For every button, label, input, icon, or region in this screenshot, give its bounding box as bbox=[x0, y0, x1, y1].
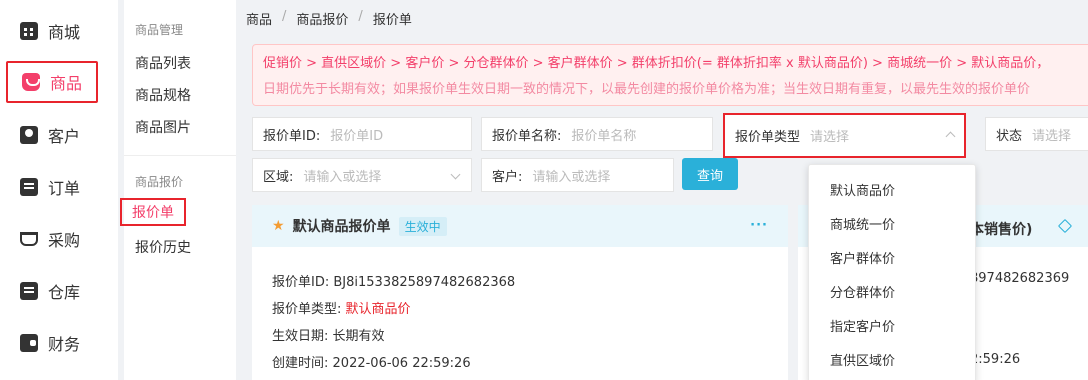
region-select[interactable]: 区域: 请输入或选择 bbox=[252, 158, 472, 192]
kv-value: 2:59:26 bbox=[970, 352, 1021, 367]
nav-label: 商品 bbox=[50, 74, 83, 93]
nav-item-customers[interactable]: 客户 bbox=[6, 114, 98, 156]
chevron-up-icon bbox=[945, 131, 956, 142]
customer-select[interactable]: 客户: 请输入或选择 bbox=[481, 158, 674, 192]
nav-label: 财务 bbox=[48, 335, 81, 354]
field-label: 报价单ID: bbox=[263, 128, 321, 144]
nav-label: 客户 bbox=[48, 127, 81, 146]
breadcrumb-separator: / bbox=[358, 9, 363, 24]
kv-value: 2022-06-06 22:59:26 bbox=[332, 356, 471, 371]
kv-label: 创建时间: bbox=[272, 356, 329, 371]
sub-item-quote-history[interactable]: 报价历史 bbox=[135, 237, 191, 257]
card-title[interactable]: 默认商品报价单 bbox=[293, 216, 391, 236]
status-select[interactable]: 状态 请选择 bbox=[985, 117, 1088, 151]
card-title[interactable]: 本销售价) bbox=[970, 219, 1032, 239]
quote-type-dropdown: 默认商品价 商城统一价 客户群体价 分仓群体价 指定客户价 直供区域价 bbox=[808, 164, 976, 380]
quote-card: ★ 默认商品报价单 生效中 ··· 报价单ID: BJ8i15338258974… bbox=[252, 205, 788, 380]
field-label: 报价单类型 bbox=[735, 130, 801, 145]
field-placeholder: 请选择 bbox=[1032, 128, 1072, 144]
wallet-icon bbox=[20, 334, 38, 352]
nav-label: 采购 bbox=[48, 231, 81, 250]
document-icon bbox=[20, 178, 38, 196]
nav-label: 仓库 bbox=[48, 283, 81, 302]
nav-item-orders[interactable]: 订单 bbox=[6, 166, 98, 208]
dropdown-option[interactable]: 客户群体价 bbox=[830, 248, 895, 267]
nav-item-shop[interactable]: 商城 bbox=[6, 10, 98, 52]
price-priority-notice: 促销价 > 直供区域价 > 客户价 > 分仓群体价 > 客户群体价 > 群体折扣… bbox=[252, 44, 1088, 106]
created-time-row: 创建时间: 2022-06-06 22:59:26 bbox=[272, 352, 471, 371]
field-placeholder: 报价单ID bbox=[330, 128, 384, 144]
main-nav: 商城 商品 客户 订单 采购 仓库 财务 bbox=[0, 0, 118, 380]
nav-item-finance[interactable]: 财务 bbox=[6, 322, 98, 364]
kv-value: BJ8i1533825897482682368 bbox=[333, 275, 516, 290]
quote-type-select[interactable]: 报价单类型 请选择 bbox=[723, 113, 966, 158]
breadcrumb-separator: / bbox=[282, 9, 287, 24]
kv-value: 默认商品价 bbox=[345, 302, 411, 317]
quote-id-row: 报价单ID: BJ8i1533825897482682368 bbox=[272, 271, 515, 290]
dropdown-option[interactable]: 指定客户价 bbox=[830, 316, 895, 335]
field-label: 区域: bbox=[263, 169, 294, 185]
card-header: ★ 默认商品报价单 生效中 ··· bbox=[252, 205, 788, 247]
kv-label: 报价单ID: bbox=[272, 275, 330, 290]
kv-label: 生效日期: bbox=[272, 329, 329, 344]
dropdown-option[interactable]: 分仓群体价 bbox=[830, 282, 895, 301]
quote-name-input[interactable]: 报价单名称: 报价单名称 bbox=[481, 117, 713, 151]
sub-nav: 商品管理 商品列表 商品规格 商品图片 商品报价 报价单 报价历史 bbox=[120, 0, 236, 380]
field-placeholder: 请输入或选择 bbox=[303, 169, 382, 185]
quote-type-row: 报价单类型: 默认商品价 bbox=[272, 298, 411, 317]
field-label: 客户: bbox=[492, 169, 523, 185]
sub-item-product-list[interactable]: 商品列表 bbox=[135, 53, 191, 73]
sub-item-quote-sheet[interactable]: 报价单 bbox=[120, 198, 186, 226]
bag-icon bbox=[22, 73, 40, 91]
dropdown-option[interactable]: 默认商品价 bbox=[830, 180, 895, 199]
cart-icon bbox=[20, 232, 38, 246]
chevron-down-icon bbox=[450, 169, 461, 180]
warehouse-icon bbox=[20, 282, 38, 300]
sub-item-product-spec[interactable]: 商品规格 bbox=[135, 85, 191, 105]
shop-icon bbox=[20, 22, 38, 40]
field-placeholder: 请选择 bbox=[810, 130, 850, 145]
notice-line: 促销价 > 直供区域价 > 客户价 > 分仓群体价 > 客户群体价 > 群体折扣… bbox=[263, 56, 1050, 71]
quote-id-input[interactable]: 报价单ID: 报价单ID bbox=[252, 117, 472, 151]
effective-date-row: 生效日期: 长期有效 bbox=[272, 325, 385, 344]
breadcrumb-item-current: 报价单 bbox=[372, 13, 412, 28]
sub-group-title: 商品管理 bbox=[135, 23, 184, 37]
kv-label: 报价单类型: bbox=[272, 302, 342, 317]
dropdown-option[interactable]: 商城统一价 bbox=[830, 214, 895, 233]
breadcrumb-item[interactable]: 商品报价 bbox=[296, 9, 348, 28]
nav-label: 商城 bbox=[48, 23, 81, 42]
kv-value: 897482682369 bbox=[970, 271, 1070, 286]
person-icon bbox=[20, 126, 38, 144]
dropdown-option[interactable]: 直供区域价 bbox=[830, 350, 895, 369]
nav-item-products[interactable]: 商品 bbox=[6, 61, 98, 103]
nav-item-warehouse[interactable]: 仓库 bbox=[6, 270, 98, 312]
breadcrumb-item[interactable]: 商品 bbox=[246, 9, 272, 28]
nav-item-purchase[interactable]: 采购 bbox=[6, 218, 98, 260]
sub-group-title: 商品报价 bbox=[135, 175, 184, 189]
field-placeholder: 报价单名称 bbox=[571, 128, 637, 144]
star-icon: ★ bbox=[272, 218, 285, 234]
nav-label: 订单 bbox=[48, 179, 81, 198]
field-label: 状态 bbox=[996, 128, 1023, 144]
status-badge: 生效中 bbox=[398, 216, 447, 236]
more-icon[interactable]: ··· bbox=[750, 218, 768, 233]
breadcrumb: 商品 / 商品报价 / 报价单 bbox=[246, 9, 412, 28]
kv-value: 长期有效 bbox=[332, 329, 385, 344]
divider bbox=[124, 155, 236, 156]
sub-item-product-image[interactable]: 商品图片 bbox=[135, 117, 191, 137]
field-placeholder: 请输入或选择 bbox=[532, 169, 611, 185]
notice-line: 日期优先于长期有效；如果报价单生效日期一致的情况下，以最先创建的报价单价格为准；… bbox=[263, 82, 1031, 97]
field-label: 报价单名称: bbox=[492, 128, 562, 144]
query-button[interactable]: 查询 bbox=[682, 158, 738, 190]
